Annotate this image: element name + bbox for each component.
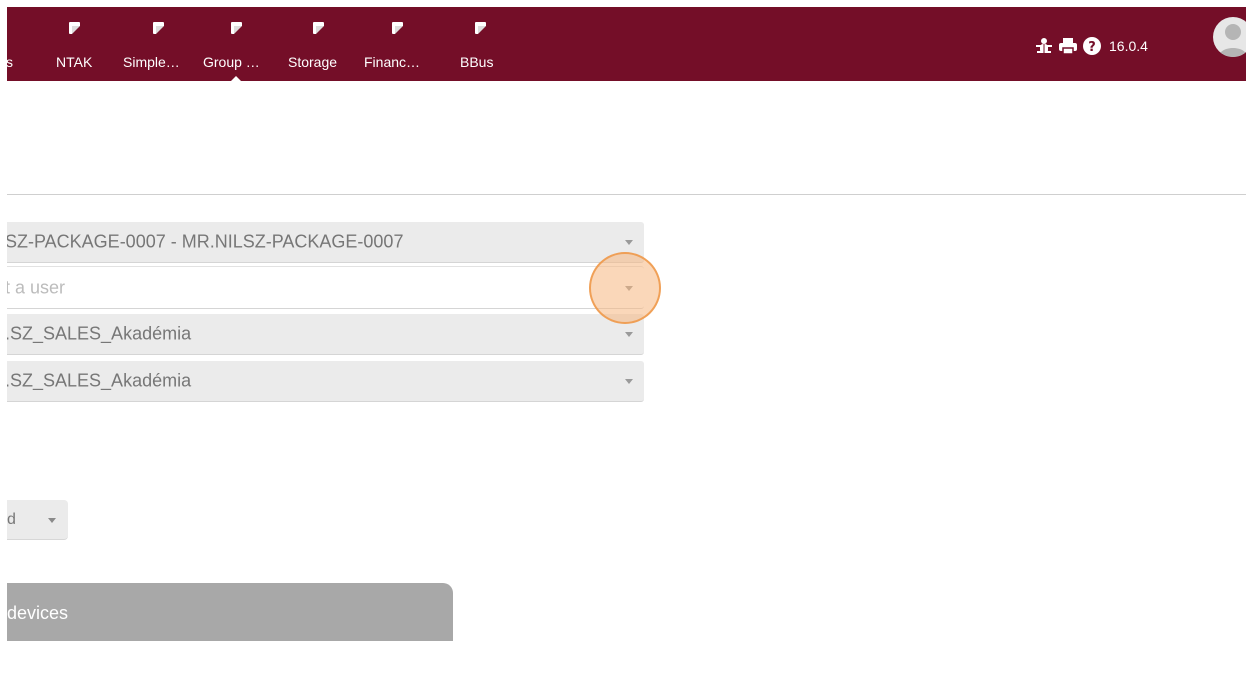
document-icon — [231, 22, 242, 34]
top-navbar: s NTAK Simple… Group … Storage Financ… B… — [6, 7, 1246, 82]
tab-label: devices — [7, 603, 69, 623]
help-icon[interactable]: ? — [1082, 36, 1102, 56]
group-select-2-value: .SZ_SALES_Akadémia — [5, 370, 192, 391]
nav-item-label: Group … — [203, 54, 260, 70]
nav-item-truncated[interactable]: s — [6, 7, 16, 81]
group-select-1[interactable]: .SZ_SALES_Akadémia — [0, 314, 644, 355]
nav-item-bbus[interactable]: BBus — [460, 7, 500, 81]
document-icon — [69, 22, 80, 34]
package-select-value: SZ-PACKAGE-0007 - MR.NILSZ-PACKAGE-0007 — [5, 231, 404, 252]
nav-item-label: BBus — [460, 54, 494, 70]
small-select-value: d — [7, 511, 16, 528]
nav-item-storage[interactable]: Storage — [288, 7, 348, 81]
version-label: 16.0.4 — [1109, 38, 1148, 54]
print-icon[interactable] — [1058, 36, 1078, 56]
chevron-down-icon[interactable] — [625, 379, 633, 384]
nav-item-simple[interactable]: Simple… — [123, 7, 195, 81]
nav-item-label: NTAK — [56, 54, 93, 70]
nav-item-label: Storage — [288, 54, 338, 70]
click-highlight-marker — [589, 252, 661, 324]
package-select[interactable]: SZ-PACKAGE-0007 - MR.NILSZ-PACKAGE-0007 — [0, 222, 644, 263]
user-select-placeholder: t a user — [5, 277, 66, 297]
nav-item-label: Financ… — [364, 54, 421, 70]
active-indicator — [230, 76, 242, 82]
chevron-down-icon[interactable] — [625, 332, 633, 337]
nav-item-label: s — [6, 54, 13, 70]
chevron-down-icon[interactable] — [625, 240, 633, 245]
page-left-edge — [0, 0, 7, 695]
section-divider — [7, 194, 1246, 195]
small-select[interactable]: d — [7, 500, 68, 540]
nav-item-ntak[interactable]: NTAK — [56, 7, 92, 81]
nav-item-group[interactable]: Group … — [203, 7, 269, 82]
document-icon — [313, 22, 324, 34]
tab-devices[interactable]: devices — [7, 583, 453, 641]
group-select-1-value: .SZ_SALES_Akadémia — [5, 323, 192, 344]
chevron-down-icon[interactable] — [48, 518, 56, 523]
document-icon — [475, 22, 486, 34]
nav-item-finance[interactable]: Financ… — [364, 7, 430, 81]
user-avatar[interactable] — [1213, 17, 1246, 57]
nav-item-label: Simple… — [123, 54, 180, 70]
group-select-2[interactable]: .SZ_SALES_Akadémia — [0, 361, 644, 402]
svg-text:?: ? — [1088, 40, 1096, 55]
user-silhouette-icon — [1219, 24, 1246, 57]
bug-icon[interactable] — [1034, 36, 1054, 56]
document-icon — [153, 22, 164, 34]
user-select[interactable]: t a user — [0, 266, 644, 309]
document-icon — [392, 22, 403, 34]
